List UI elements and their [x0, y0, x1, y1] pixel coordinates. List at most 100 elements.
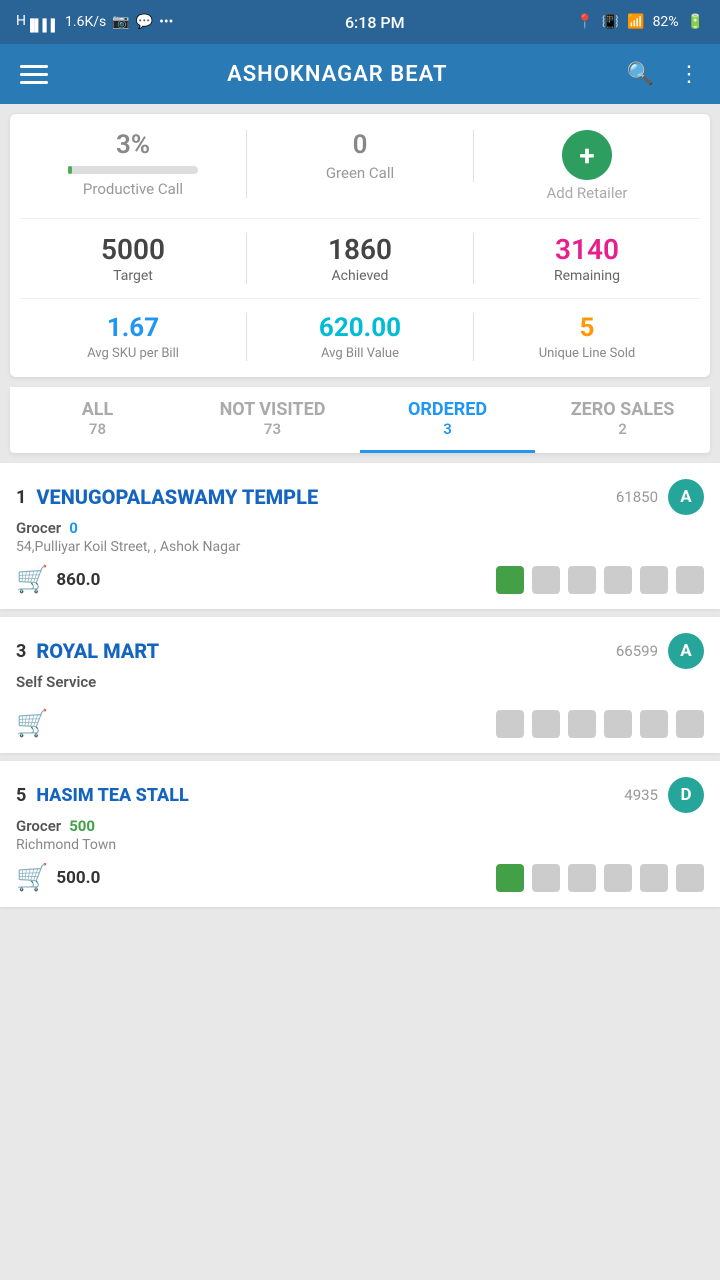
store-3-type-row: Self Service: [16, 673, 704, 691]
productive-call-col: 3% Productive Call: [20, 130, 247, 198]
vibrate-icon: 📳: [602, 14, 619, 30]
store-3-header: 3 ROYAL MART 66599 A: [16, 633, 704, 669]
store-1-num: 1: [16, 487, 26, 508]
bottom-spacer: [0, 917, 720, 947]
store-5-header: 5 Hasim Tea Stall 4935 D: [16, 777, 704, 813]
battery-text: 82%: [653, 14, 679, 30]
store-card-1[interactable]: 1 VENUGOPALASWAMY TEMPLE 61850 A Grocer …: [0, 463, 720, 609]
remaining-label: Remaining: [474, 268, 700, 284]
nav-icons: 🔍 ⋮: [627, 62, 700, 87]
store-1-name: VENUGOPALASWAMY TEMPLE: [36, 485, 318, 509]
dot-5-6: [676, 864, 704, 892]
store-1-type-count: 0: [69, 519, 78, 537]
unique-line-value: 5: [474, 313, 700, 343]
battery-icon: 🔋: [687, 14, 704, 30]
add-retailer-col[interactable]: + Add Retailer: [474, 130, 700, 202]
avg-sku-value: 1.67: [20, 313, 246, 343]
avg-bill-value: 620.00: [247, 313, 473, 343]
achieved-value: 1860: [247, 233, 473, 266]
tab-all-label: ALL: [14, 399, 181, 420]
cart-icon-5: 🛒: [16, 863, 48, 893]
store-5-type-count: 500: [69, 817, 95, 835]
green-call-value: 0: [247, 130, 473, 160]
target-label: Target: [20, 268, 246, 284]
target-value: 5000: [20, 233, 246, 266]
target-col: 5000 Target: [20, 233, 247, 284]
dot-1: [496, 566, 524, 594]
achieved-label: Achieved: [247, 268, 473, 284]
avg-bill-col: 620.00 Avg Bill Value: [247, 313, 474, 361]
status-bar: H▐▌▌▌ 1.6K/s 📷 💬 ••• 6:18 PM 📍 📳 📶 82% 🔋: [0, 0, 720, 44]
more-options-icon[interactable]: ⋮: [678, 62, 700, 87]
store-5-name-row: 5 Hasim Tea Stall: [16, 785, 624, 806]
store-5-footer: 🛒 500.0: [16, 863, 704, 893]
dot-5-1: [496, 864, 524, 892]
dot-3-2: [532, 710, 560, 738]
store-3-name: ROYAL MART: [36, 639, 159, 663]
store-5-id: 4935: [624, 786, 658, 804]
dot-3-3: [568, 710, 596, 738]
progress-bar-fill: [68, 166, 72, 174]
store-1-address: 54,Pulliyar Koil Street, , Ashok Nagar: [16, 539, 704, 555]
store-5-type: Grocer: [16, 817, 61, 835]
tab-zero-sales[interactable]: ZERO SALES 2: [535, 387, 710, 453]
avg-sku-label: Avg SKU per Bill: [20, 346, 246, 361]
stats-card: 3% Productive Call 0 Green Call + Add Re…: [10, 114, 710, 377]
tab-all-count: 78: [89, 420, 106, 438]
store-1-cart-value: 860.0: [56, 570, 100, 590]
tab-not-visited-count: 73: [264, 420, 281, 438]
store-3-id: 66599: [616, 642, 658, 660]
productive-call-label: Productive Call: [20, 180, 246, 198]
unique-line-label: Unique Line Sold: [474, 346, 700, 361]
status-right: 📍 📳 📶 82% 🔋: [576, 14, 704, 30]
store-5-address: Richmond Town: [16, 837, 704, 853]
store-5-dots: [496, 864, 704, 892]
tab-bar: ALL 78 NOT VISITED 73 ORDERED 3 ZERO SAL…: [10, 387, 710, 453]
dot-5-2: [532, 864, 560, 892]
store-3-type: Self Service: [16, 673, 96, 691]
wifi-icon: 📶: [627, 14, 644, 30]
avg-sku-col: 1.67 Avg SKU per Bill: [20, 313, 247, 361]
store-1-badge: A: [668, 479, 704, 515]
store-3-badge: A: [668, 633, 704, 669]
stats-mid-row: 5000 Target 1860 Achieved 3140 Remaining: [10, 219, 710, 298]
dot-5-3: [568, 864, 596, 892]
tab-all[interactable]: ALL 78: [10, 387, 185, 453]
store-card-3[interactable]: 3 ROYAL MART 66599 A Self Service 🛒: [0, 617, 720, 753]
store-1-footer: 🛒 860.0: [16, 565, 704, 595]
store-list: 1 VENUGOPALASWAMY TEMPLE 61850 A Grocer …: [0, 463, 720, 907]
store-3-num: 3: [16, 641, 26, 662]
cart-icon: 🛒: [16, 565, 48, 595]
tab-zero-sales-count: 2: [618, 420, 627, 438]
store-1-cart-row: 🛒 860.0: [16, 565, 100, 595]
hamburger-menu-button[interactable]: [20, 65, 48, 84]
nav-title: ASHOKNAGAR BEAT: [227, 62, 447, 87]
store-card-5[interactable]: 5 Hasim Tea Stall 4935 D Grocer 500 Rich…: [0, 761, 720, 907]
tab-ordered[interactable]: ORDERED 3: [360, 387, 535, 453]
green-call-col: 0 Green Call: [247, 130, 474, 182]
remaining-value: 3140: [474, 233, 700, 266]
chat-icon: 💬: [136, 14, 153, 30]
tab-not-visited[interactable]: NOT VISITED 73: [185, 387, 360, 453]
store-5-num: 5: [16, 785, 26, 806]
store-5-cart-row: 🛒 500.0: [16, 863, 100, 893]
store-1-dots: [496, 566, 704, 594]
dot-5-5: [640, 864, 668, 892]
dot-3: [568, 566, 596, 594]
store-3-cart-row: 🛒: [16, 709, 48, 739]
dot-3-1: [496, 710, 524, 738]
store-1-name-row: 1 VENUGOPALASWAMY TEMPLE: [16, 485, 616, 509]
tab-zero-sales-label: ZERO SALES: [539, 399, 706, 420]
store-5-cart-value: 500.0: [56, 868, 100, 888]
tab-ordered-count: 3: [443, 420, 452, 438]
tab-ordered-label: ORDERED: [364, 399, 531, 420]
dot-3-6: [676, 710, 704, 738]
time-text: 6:18 PM: [345, 13, 405, 32]
dot-5-4: [604, 864, 632, 892]
green-call-label: Green Call: [247, 164, 473, 182]
stats-top-row: 3% Productive Call 0 Green Call + Add Re…: [10, 130, 710, 218]
search-icon[interactable]: 🔍: [627, 62, 654, 87]
cart-icon-3: 🛒: [16, 709, 48, 739]
add-retailer-icon[interactable]: +: [562, 130, 612, 180]
store-3-dots: [496, 710, 704, 738]
